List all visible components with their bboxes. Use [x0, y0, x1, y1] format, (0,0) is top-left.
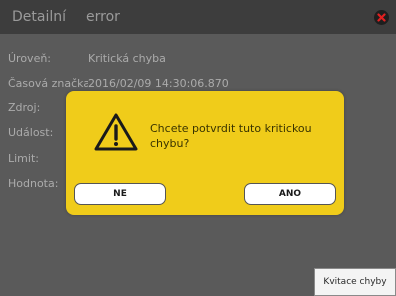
header-bar: Detailní error — [0, 0, 396, 34]
level-value: Kritická chyba — [88, 52, 166, 65]
value-label: Hodnota: — [8, 177, 59, 190]
warning-triangle-icon — [94, 113, 138, 155]
dialog-message: Chcete potvrdit tuto kritickou chybu? — [150, 122, 312, 150]
level-label: Úroveň: — [8, 52, 52, 65]
no-button[interactable]: NE — [74, 183, 166, 205]
confirm-dialog: Chcete potvrdit tuto kritickou chybu? NE… — [66, 91, 344, 215]
timestamp-label: Časová značka — [8, 77, 88, 90]
source-label: Zdroj: — [8, 101, 41, 114]
limit-label: Limit: — [8, 152, 39, 165]
close-icon[interactable] — [374, 10, 389, 25]
timestamp-value: 2016/02/09 14:30:06.870 — [88, 77, 229, 90]
event-label: Událost: — [8, 126, 54, 139]
error-status-label: error — [86, 9, 120, 25]
yes-button[interactable]: ANO — [244, 183, 336, 205]
acknowledge-error-button[interactable]: Kvitace chyby — [314, 268, 396, 296]
error-detail-screen: Detailní error Úroveň: Kritická chyba Ča… — [0, 0, 396, 296]
page-title: Detailní — [12, 9, 67, 25]
